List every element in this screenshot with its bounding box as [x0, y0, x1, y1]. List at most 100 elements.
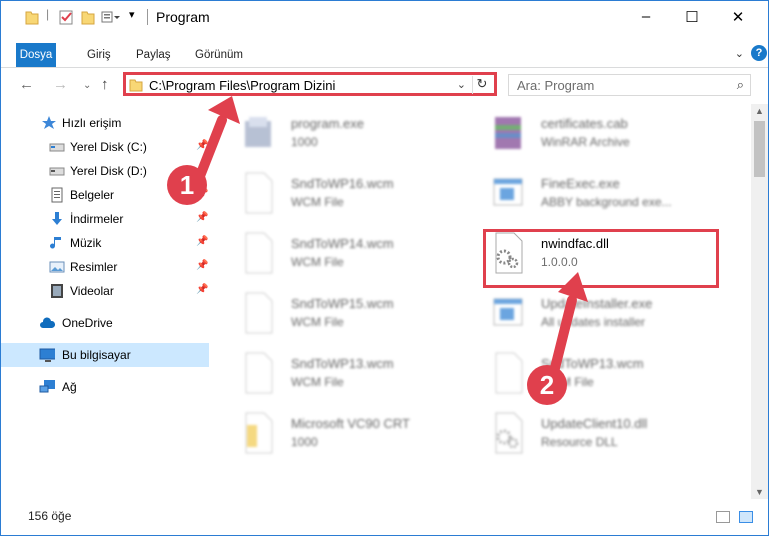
minimize-icon: – [641, 8, 651, 25]
file-item[interactable]: SndToWP14.wcm WCM File [227, 227, 477, 283]
file-description: WCM File [291, 255, 344, 269]
up-arrow-icon[interactable]: ↑ [101, 76, 109, 93]
blank-file-icon [245, 232, 273, 274]
file-name: FineExec.exe [541, 176, 620, 191]
sidebar-item-quick-access[interactable]: Hızlı erişim [1, 111, 209, 135]
scroll-down-icon[interactable]: ▼ [755, 487, 764, 497]
file-item[interactable]: program.exe 1000 [227, 107, 477, 163]
forward-arrow-icon[interactable]: → [53, 76, 68, 93]
pin-icon[interactable]: 📌 [196, 284, 208, 295]
sidebar-item-label: Müzik [70, 236, 102, 250]
file-item[interactable]: SndToWP16.wcm WCM File [227, 167, 477, 223]
dll-icon [495, 412, 523, 454]
search-icon[interactable]: ⌕ [737, 77, 744, 93]
tab-file[interactable]: Dosya [16, 43, 56, 67]
pictures-icon [49, 261, 65, 273]
file-name: UpdateInstaller.exe [541, 296, 653, 311]
scroll-up-icon[interactable]: ▲ [755, 106, 764, 116]
file-item[interactable]: UpdateInstaller.exe All updates installe… [477, 287, 727, 343]
folder-icon [129, 79, 143, 92]
file-description: WCM File [291, 315, 344, 329]
item-count: 156 öğe [28, 509, 72, 523]
pin-icon[interactable]: 📌 [196, 236, 208, 247]
help-icon[interactable]: ? [751, 45, 767, 61]
blank-file-icon [245, 172, 273, 214]
address-dropdown-icon[interactable]: ⌄ [457, 78, 466, 91]
scroll-thumb[interactable] [754, 121, 765, 177]
file-item[interactable]: certificates.cab WinRAR Archive [477, 107, 727, 163]
file-name: certificates.cab [541, 116, 628, 131]
tab-share[interactable]: Paylaş [128, 43, 179, 67]
tab-view[interactable]: Görünüm [187, 43, 251, 67]
sidebar-item-label: OneDrive [62, 316, 113, 330]
sidebar-item-label: İndirmeler [70, 212, 124, 226]
customize-toolbar-icon[interactable] [101, 9, 121, 25]
annotation-badge-2: 2 [527, 365, 567, 405]
toolbar-separator: | [46, 7, 50, 21]
folder-icon [25, 11, 39, 25]
tiles-view-icon[interactable] [739, 511, 753, 523]
back-arrow-icon[interactable]: ← [19, 76, 34, 93]
annotation-badge-1: 1 [167, 165, 207, 205]
documents-icon [51, 187, 63, 203]
sidebar-item-label: Resimler [70, 260, 118, 274]
sidebar-item-videos[interactable]: Videolar 📌 [1, 279, 209, 303]
sidebar-item-network[interactable]: Ağ [1, 375, 209, 399]
navigation-pane: Hızlı erişim Yerel Disk (C:) 📌 Yerel Dis… [1, 104, 214, 499]
pin-icon[interactable]: 📌 [196, 212, 208, 223]
title-bar: | ▾ Program – ☐ ✕ [1, 1, 768, 32]
pin-icon[interactable]: 📌 [196, 140, 208, 151]
sidebar-item-local-disk-c[interactable]: Yerel Disk (C:) 📌 [1, 135, 209, 159]
maximize-icon: ☐ [685, 8, 699, 26]
search-placeholder: Ara: Program [517, 78, 595, 93]
file-name: SndToWP14.wcm [291, 236, 394, 251]
properties-icon[interactable] [58, 9, 74, 25]
window-file-icon [493, 178, 523, 206]
sidebar-item-onedrive[interactable]: OneDrive [1, 311, 209, 335]
file-item[interactable]: SndToWP13.wcm WCM File [477, 347, 727, 403]
file-item[interactable]: FineExec.exe ABBY background exe... [477, 167, 727, 223]
file-item[interactable]: SndToWP13.wcm WCM File [227, 347, 477, 403]
dropdown-arrow-icon[interactable]: ▾ [129, 8, 135, 24]
pin-icon[interactable]: 📌 [196, 260, 208, 271]
sidebar-item-pictures[interactable]: Resimler 📌 [1, 255, 209, 279]
maximize-button[interactable]: ☐ [669, 1, 715, 32]
tab-home[interactable]: Giriş [79, 43, 119, 67]
file-description: 1000 [291, 135, 318, 149]
file-item[interactable]: SndToWP15.wcm WCM File [227, 287, 477, 343]
video-icon [51, 284, 63, 298]
refresh-icon[interactable]: ↻ [472, 76, 491, 94]
sidebar-item-music[interactable]: Müzik 📌 [1, 231, 209, 255]
search-input[interactable]: Ara: Program ⌕ [508, 74, 751, 96]
sidebar-item-this-pc[interactable]: Bu bilgisayar [1, 343, 209, 367]
minimize-button[interactable]: – [623, 1, 669, 32]
file-list: program.exe 1000 certificates.cab WinRAR… [219, 104, 746, 499]
file-name: SndToWP15.wcm [291, 296, 394, 311]
file-item[interactable]: Microsoft VC90 CRT 1000 [227, 407, 477, 463]
new-folder-icon[interactable] [81, 9, 95, 25]
close-button[interactable]: ✕ [715, 1, 761, 32]
details-view-icon[interactable] [716, 511, 730, 523]
blank-file-icon [495, 352, 523, 394]
address-bar[interactable]: C:\Program Files\Program Dizini ⌄ ↻ [123, 72, 497, 96]
address-path[interactable]: C:\Program Files\Program Dizini [149, 78, 335, 93]
network-icon [39, 380, 55, 393]
computer-icon [39, 348, 55, 362]
blank-file-icon [245, 352, 273, 394]
file-description: 1000 [291, 435, 318, 449]
recent-locations-icon[interactable]: ⌄ [83, 80, 91, 91]
sidebar-item-downloads[interactable]: İndirmeler 📌 [1, 207, 209, 231]
installer-icon [245, 117, 271, 147]
cloud-icon [40, 317, 55, 328]
blank-file-icon [245, 292, 273, 334]
expand-ribbon-icon[interactable]: ⌄ [735, 47, 744, 60]
file-item[interactable]: UpdateClient10.dll Resource DLL [477, 407, 727, 463]
highlight-box [483, 229, 719, 288]
sidebar-item-label: Ağ [62, 380, 77, 394]
status-bar: 156 öğe [1, 499, 768, 535]
file-description: All updates installer [541, 315, 646, 329]
vertical-scrollbar[interactable]: ▲ ▼ [751, 104, 768, 499]
drive-icon [49, 143, 65, 152]
file-name: program.exe [291, 116, 364, 131]
file-name: SndToWP13.wcm [291, 356, 394, 371]
